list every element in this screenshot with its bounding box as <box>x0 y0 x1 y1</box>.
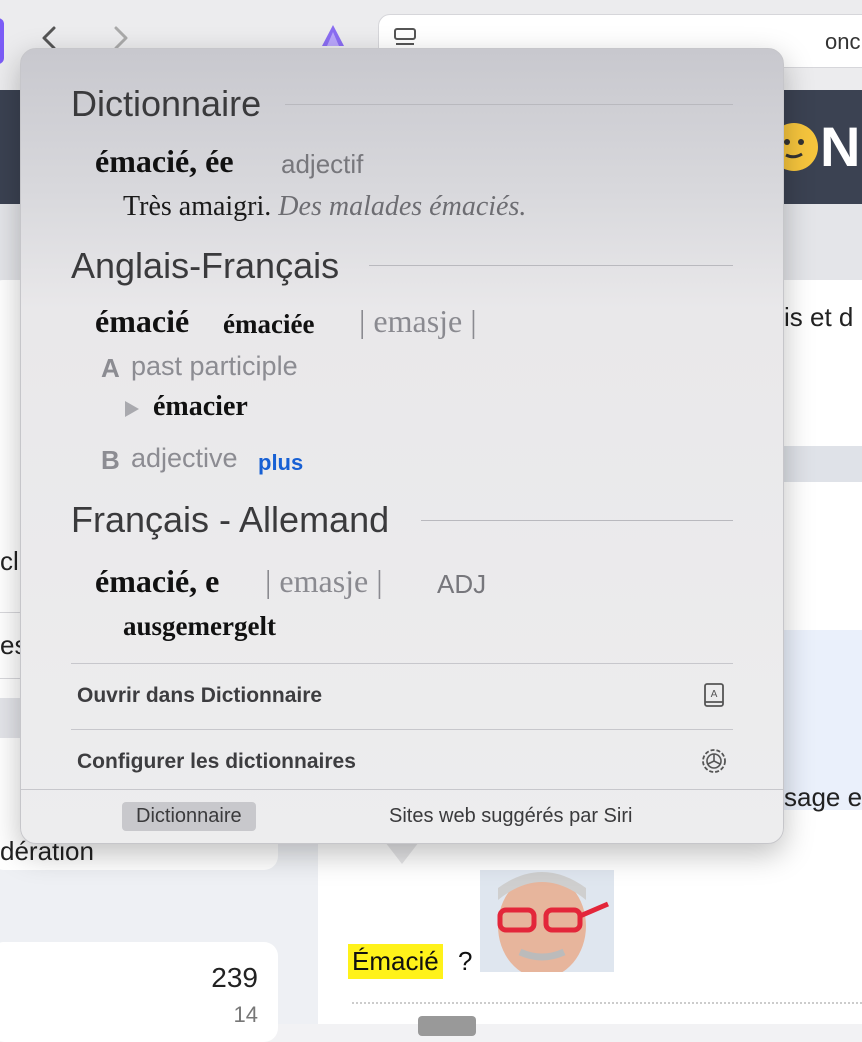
sense-label: adjective <box>131 443 238 473</box>
headword-feminine: émaciée <box>223 309 315 339</box>
dotted-divider <box>352 1002 862 1004</box>
section-title: Anglais-Français <box>71 245 340 286</box>
url-text: onc <box>825 29 861 54</box>
action-label: Ouvrir dans Dictionnaire <box>77 684 323 707</box>
gear-icon <box>702 749 726 773</box>
question-mark: ? <box>458 946 473 976</box>
tab-siri-suggested-sites[interactable]: Sites web suggérés par Siri <box>375 802 646 831</box>
section-rule <box>421 520 733 521</box>
headword: émacié, e <box>95 563 220 599</box>
section-rule <box>369 265 733 266</box>
grey-chip <box>418 1016 476 1036</box>
highlighted-word[interactable]: Émacié <box>348 944 443 979</box>
more-link[interactable]: plus <box>258 450 303 476</box>
main-text-fragment: sage e <box>784 782 862 812</box>
count-value: 239 <box>211 962 258 993</box>
dictionary-popover: Dictionnaire émacié, ée adjectif Très am… <box>20 48 784 844</box>
svg-text:A: A <box>711 689 718 700</box>
phonetic: | emasje | <box>359 303 477 339</box>
count-secondary: 14 <box>233 1002 258 1027</box>
example: Des malades émaciés. <box>278 191 527 222</box>
cross-reference-arrow-icon <box>125 401 139 417</box>
page-menu-icon[interactable] <box>393 27 417 49</box>
configure-dictionaries-button[interactable]: Configurer les dictionnaires <box>71 729 733 796</box>
translation: ausgemergelt <box>123 611 276 641</box>
meme-image <box>480 870 614 972</box>
sense-letter: A <box>101 353 120 383</box>
definition: Très amaigri. <box>123 191 272 222</box>
action-label: Configurer les dictionnaires <box>77 750 356 773</box>
section-rule <box>285 104 733 105</box>
headword: émacié, ée <box>95 143 234 179</box>
sidebar-toggle-button[interactable] <box>0 18 4 64</box>
left-text-fragment: cl <box>0 546 19 576</box>
tab-dictionary[interactable]: Dictionnaire <box>122 802 256 831</box>
headword: émacié <box>95 303 190 339</box>
grammar-tag: ADJ <box>437 569 487 599</box>
sense-label: past participle <box>131 351 298 381</box>
popover-footer: Dictionnaire Sites web suggérés par Siri <box>21 789 783 844</box>
dictionary-book-icon: A <box>704 683 724 707</box>
definition-line: Très amaigri. Des malades émaciés. <box>123 191 526 223</box>
part-of-speech: adjectif <box>281 149 364 179</box>
main-text-fragment: is et d <box>784 302 854 332</box>
phonetic: | emasje | <box>265 563 383 599</box>
open-in-dictionary-button[interactable]: Ouvrir dans Dictionnaire A <box>71 663 733 730</box>
sense-letter: B <box>101 445 120 475</box>
cross-reference[interactable]: émacier <box>153 391 248 423</box>
site-logo-letter: N <box>820 115 861 178</box>
section-title: Dictionnaire <box>71 83 262 124</box>
section-title: Français - Allemand <box>71 499 390 540</box>
